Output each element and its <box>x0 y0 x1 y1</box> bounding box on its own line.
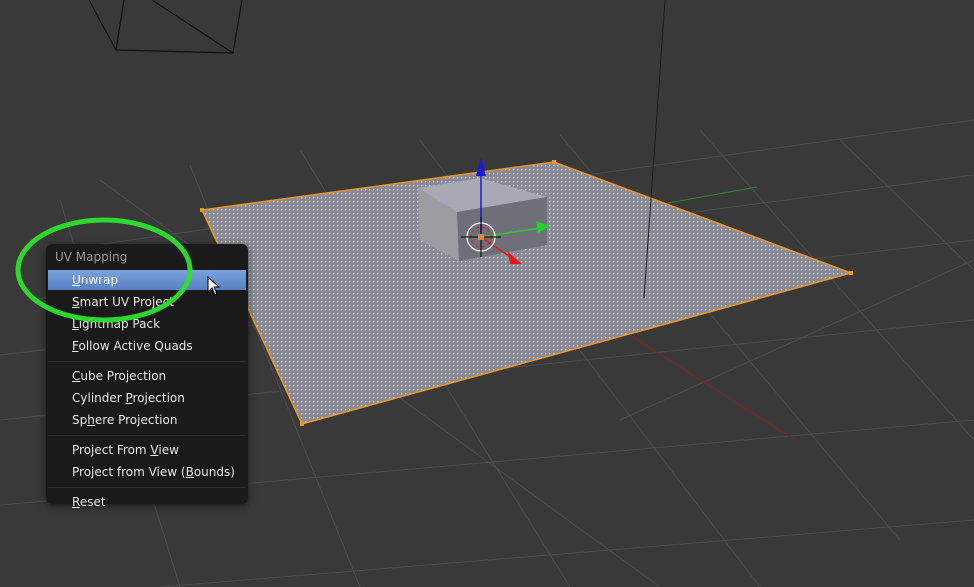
menu-item-label-part: ere Projection <box>94 413 178 427</box>
menu-item[interactable]: Follow Active Quads <box>48 336 246 356</box>
menu-item-label-part: B <box>185 465 194 479</box>
arrow-pointer-icon <box>207 276 221 296</box>
menu-item[interactable]: Cube Projection <box>48 366 246 386</box>
menu-item-label-part: ightmap Pack <box>78 317 161 331</box>
menu-item[interactable]: Project from View (Bounds) <box>48 462 246 482</box>
menu-item[interactable]: Sphere Projection <box>48 410 246 430</box>
camera-wireframe <box>88 0 243 54</box>
grid-line <box>159 519 974 587</box>
menu-item-label-part: rojection <box>132 391 185 405</box>
x-axis-line <box>629 334 796 441</box>
vertex-icon[interactable] <box>200 208 204 212</box>
menu-item-label-part: Sp <box>72 413 88 427</box>
vertex-icon[interactable] <box>300 422 304 426</box>
menu-item-label-part: nwrap <box>80 273 119 287</box>
menu-item-label-part: iew <box>158 443 179 457</box>
menu-item-label-part: L <box>72 317 79 331</box>
menu-item-label-part: eset <box>79 495 106 509</box>
menu-item-label-part: mart UV Project <box>79 295 174 309</box>
menu-separator <box>48 361 246 362</box>
menu-item-label-part: Project From <box>72 443 151 457</box>
menu-title: UV Mapping <box>55 250 128 264</box>
menu-item-label-part: S <box>72 295 80 309</box>
menu-item-label-part: R <box>72 495 80 509</box>
menu-item-label-part: P <box>125 391 133 405</box>
vertex-icon[interactable] <box>552 160 556 164</box>
menu-item[interactable]: Cylinder Projection <box>48 388 246 408</box>
menu-separator <box>48 487 246 488</box>
menu-item-label-part: ounds) <box>193 465 235 479</box>
vertex-icon[interactable] <box>849 271 853 275</box>
menu-item-label-part: h <box>87 413 95 427</box>
menu-item-label-part: ollow Active Quads <box>78 339 193 353</box>
y-axis-line <box>667 186 758 204</box>
menu-item[interactable]: Reset <box>48 492 246 512</box>
menu-item-label-part: Project from View ( <box>72 465 186 479</box>
menu-separator <box>48 435 246 436</box>
grid-line <box>839 139 974 271</box>
menu-item-label-part: Cylinder <box>72 391 126 405</box>
menu-item-label-part: U <box>72 273 81 287</box>
menu-item-label-part: ube Projection <box>80 369 167 383</box>
menu-item[interactable]: Project From View <box>48 440 246 460</box>
menu-item[interactable]: Lightmap Pack <box>48 314 246 334</box>
